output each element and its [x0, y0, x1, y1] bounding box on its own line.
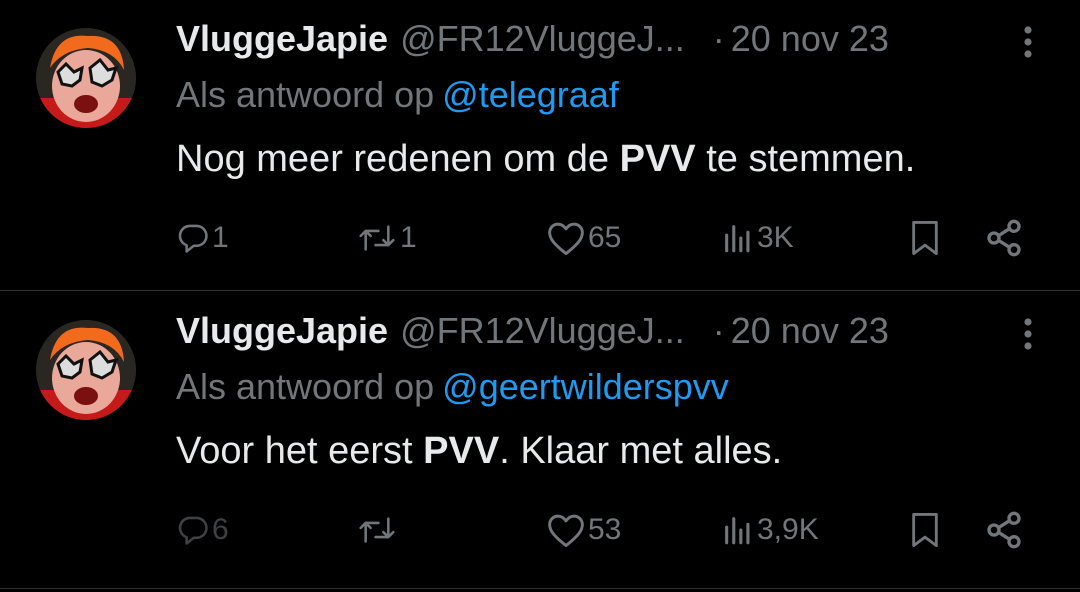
tweet-header: VluggeJapie @FR12VluggeJ... · 20 nov 23 [176, 306, 889, 356]
reply-context: Als antwoord op @geertwilderspvv [176, 366, 729, 408]
tweet-text-part: . Klaar met alles. [499, 430, 783, 472]
bookmark-button[interactable] [908, 214, 942, 262]
retweet-button[interactable]: 1 [356, 214, 417, 262]
avatar[interactable] [36, 28, 136, 128]
views-icon [725, 225, 750, 253]
views-icon [725, 517, 750, 545]
like-button[interactable]: 53 [546, 506, 621, 554]
tweet-header: VluggeJapie @FR12VluggeJ... · 20 nov 23 [176, 14, 889, 64]
bookmark-button[interactable] [908, 506, 942, 554]
view-count: 3K [757, 221, 794, 254]
heart-icon [548, 514, 584, 548]
like-count: 53 [588, 513, 622, 546]
more-options-icon[interactable] [1020, 22, 1036, 62]
tweet-text-bold: PVV [619, 138, 696, 180]
reply-context: Als antwoord op @telegraaf [176, 74, 619, 116]
reply-icon [178, 224, 208, 253]
reply-mention-link[interactable]: @telegraaf [442, 74, 619, 115]
tweet-text: Voor het eerst PVV. Klaar met alles. [176, 430, 782, 473]
view-count: 3,9K [757, 513, 819, 546]
like-button[interactable]: 65 [546, 214, 621, 262]
separator: · [712, 18, 725, 59]
tweet[interactable]: VluggeJapie @FR12VluggeJ... · 20 nov 23 … [0, 292, 1080, 584]
retweet-icon [359, 517, 395, 543]
tweet-text-part: te stemmen. [695, 138, 916, 180]
like-count: 65 [588, 221, 622, 254]
reply-button[interactable]: 6 [176, 506, 229, 554]
action-bar: 6 53 3,9K [176, 506, 1036, 554]
reply-prefix: Als antwoord op [176, 74, 435, 115]
tweet-date[interactable]: 20 nov 23 [731, 310, 889, 352]
share-button[interactable] [984, 506, 1024, 554]
more-options-icon[interactable] [1020, 314, 1036, 354]
reply-mention-link[interactable]: @geertwilderspvv [442, 366, 729, 407]
share-icon [987, 511, 1021, 549]
reply-count: 6 [212, 513, 229, 546]
heart-icon [548, 222, 584, 256]
divider [0, 588, 1080, 589]
reply-count: 1 [212, 221, 229, 254]
author-handle[interactable]: @FR12VluggeJ... [400, 18, 685, 60]
reply-button[interactable]: 1 [176, 214, 229, 262]
retweet-icon [359, 225, 395, 251]
reply-icon [178, 516, 208, 545]
views-button[interactable]: 3,9K [721, 506, 819, 554]
tweet-text-bold: PVV [423, 430, 500, 472]
retweet-count: 1 [400, 221, 417, 254]
tweet-text: Nog meer redenen om de PVV te stemmen. [176, 138, 915, 181]
tweet-text-part: Voor het eerst [176, 430, 424, 472]
views-button[interactable]: 3K [721, 214, 794, 262]
author-handle[interactable]: @FR12VluggeJ... [400, 310, 685, 352]
reply-prefix: Als antwoord op [176, 366, 435, 407]
tweet-date[interactable]: 20 nov 23 [731, 18, 889, 60]
tweet-text-part: Nog meer redenen om de [176, 138, 620, 180]
avatar[interactable] [36, 320, 136, 420]
avatar-image [36, 28, 136, 128]
share-icon [987, 219, 1021, 257]
bookmark-icon [912, 513, 938, 547]
bookmark-icon [912, 221, 938, 255]
avatar-image [36, 320, 136, 420]
tweet[interactable]: VluggeJapie @FR12VluggeJ... · 20 nov 23 … [0, 0, 1080, 292]
separator: · [712, 310, 725, 351]
retweet-button[interactable] [356, 506, 400, 554]
share-button[interactable] [984, 214, 1024, 262]
action-bar: 1 1 65 3K [176, 214, 1036, 262]
divider [0, 290, 1080, 291]
author-name[interactable]: VluggeJapie [176, 310, 388, 352]
author-name[interactable]: VluggeJapie [176, 18, 388, 60]
